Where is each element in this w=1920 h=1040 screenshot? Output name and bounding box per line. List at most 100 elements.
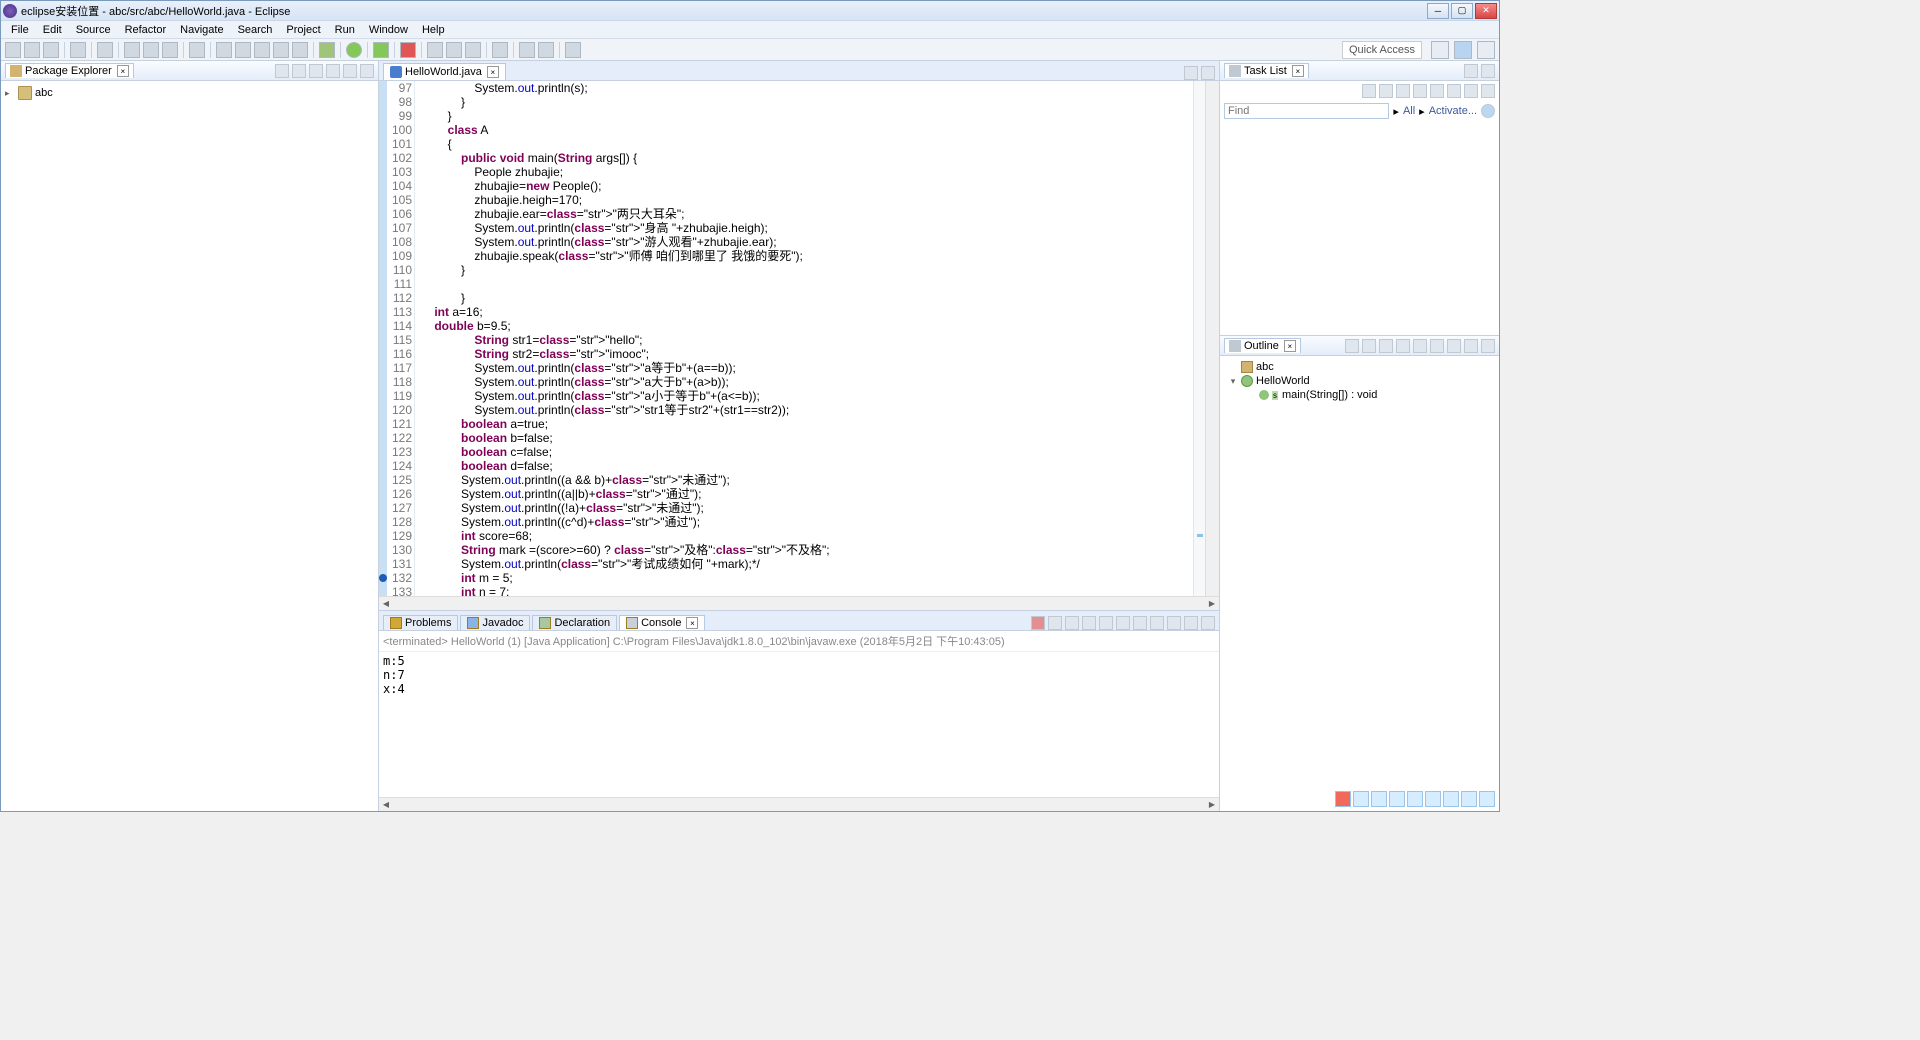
open-type-icon[interactable] [216,42,232,58]
quick-access[interactable]: Quick Access [1342,41,1422,59]
ime-user-icon[interactable] [1443,791,1459,807]
schedule-icon[interactable] [1396,84,1410,98]
task-menu-icon[interactable] [1481,84,1495,98]
activate-link[interactable]: Activate... [1429,105,1477,117]
all-filter[interactable]: All [1403,105,1415,117]
ime-tool-icon[interactable] [1461,791,1477,807]
sync-icon[interactable] [1430,84,1444,98]
minimize-view-icon[interactable] [343,64,357,78]
display-console-icon[interactable] [1150,616,1164,630]
menu-file[interactable]: File [5,23,35,37]
skip-breakpoints-icon[interactable] [124,42,140,58]
terminate-icon[interactable] [1031,616,1045,630]
open-task-icon[interactable] [446,42,462,58]
tree-project-abc[interactable]: ▸ abc [5,85,374,101]
save-all-icon[interactable] [43,42,59,58]
remove-launch-icon[interactable] [1048,616,1062,630]
editor-scrollbar-horizontal[interactable]: ◀ ▶ [379,596,1219,610]
new-icon[interactable] [5,42,21,58]
new-conn-icon[interactable] [427,42,443,58]
editor-tab-helloworld[interactable]: HelloWorld.java × [383,63,506,80]
last-edit-icon[interactable] [492,42,508,58]
menu-edit[interactable]: Edit [37,23,68,37]
collapse-icon[interactable] [1464,84,1478,98]
package-explorer-close-icon[interactable]: × [117,65,129,77]
tab-console[interactable]: Console× [619,615,705,630]
maximize-view-icon[interactable] [360,64,374,78]
tab-javadoc[interactable]: Javadoc [460,615,530,630]
package-explorer-tree[interactable]: ▸ abc [1,81,378,811]
debug-perspective-icon[interactable] [1477,41,1495,59]
scroll-left-icon[interactable]: ◀ [379,597,393,611]
task-min-icon[interactable] [1464,64,1478,78]
sort-icon[interactable] [1362,339,1376,353]
code-content[interactable]: System.out.println(s); } } class A { pub… [415,81,1193,596]
overview-ruler[interactable] [1193,81,1205,596]
pin-icon[interactable] [565,42,581,58]
task-max-icon[interactable] [1481,64,1495,78]
menu-source[interactable]: Source [70,23,117,37]
menu-help[interactable]: Help [416,23,451,37]
help-icon[interactable] [1481,104,1495,118]
menu-window[interactable]: Window [363,23,414,37]
focus-wk-icon[interactable] [1413,84,1427,98]
console-close-icon[interactable]: × [686,617,698,629]
editor-tab-close-icon[interactable]: × [487,66,499,78]
menu-navigate[interactable]: Navigate [174,23,229,37]
tab-problems[interactable]: Problems [383,615,458,630]
outline-close-icon[interactable]: × [1284,340,1296,352]
ime-kbd-icon[interactable] [1425,791,1441,807]
ext-tools-icon[interactable] [400,42,416,58]
view-menu-icon[interactable] [326,64,340,78]
run-icon[interactable] [346,42,362,58]
ime-lang-icon[interactable] [1353,791,1369,807]
console-min-icon[interactable] [1184,616,1198,630]
maximize-button[interactable]: ▢ [1451,3,1473,19]
editor-scrollbar-vertical[interactable] [1205,81,1219,596]
forward-icon[interactable] [538,42,554,58]
task-list-close-icon[interactable]: × [1292,65,1304,77]
open-console-dd-icon[interactable] [1167,616,1181,630]
menu-project[interactable]: Project [280,23,326,37]
scroll-right-icon[interactable]: ▶ [1205,597,1219,611]
open-console-icon[interactable] [97,42,113,58]
back-icon[interactable] [519,42,535,58]
task-icon[interactable] [273,42,289,58]
minimize-button[interactable]: ─ [1427,3,1449,19]
java-perspective-icon[interactable] [1454,41,1472,59]
annot-icon[interactable] [254,42,270,58]
ime-mic-icon[interactable] [1407,791,1423,807]
close-button[interactable]: ✕ [1475,3,1497,19]
focus-task-icon[interactable] [309,64,323,78]
console-output[interactable]: m:5 n:7 x:4 [379,652,1219,797]
link-editor-icon[interactable] [292,64,306,78]
outline-max-icon[interactable] [1481,339,1495,353]
focus-icon[interactable] [465,42,481,58]
categorize-icon[interactable] [1379,84,1393,98]
menu-refactor[interactable]: Refactor [119,23,173,37]
outline-min-icon[interactable] [1464,339,1478,353]
editor-maximize-icon[interactable] [1201,66,1215,80]
outline-class[interactable]: ▾ HelloWorld [1224,374,1495,388]
build-icon[interactable] [70,42,86,58]
tab-declaration[interactable]: Declaration [532,615,617,630]
marker-ruler[interactable] [379,81,387,596]
word-wrap-icon[interactable] [1116,616,1130,630]
ime-moon-icon[interactable] [1371,791,1387,807]
collapse-all-icon[interactable] [275,64,289,78]
clear-console-icon[interactable] [1082,616,1096,630]
scroll-lock-icon[interactable] [1099,616,1113,630]
hide-nonpublic-icon[interactable] [1413,339,1427,353]
ime-comma-icon[interactable] [1389,791,1405,807]
hide-fields-icon[interactable] [1379,339,1393,353]
console-max-icon[interactable] [1201,616,1215,630]
outline-method-main[interactable]: s main(String[]) : void [1224,388,1495,402]
outline-menu-icon[interactable] [1447,339,1461,353]
debug-icon[interactable] [319,42,335,58]
hide-local-icon[interactable] [1430,339,1444,353]
find-input[interactable] [1224,103,1389,119]
coverage-icon[interactable] [373,42,389,58]
new-package-icon[interactable] [162,42,178,58]
menu-search[interactable]: Search [232,23,279,37]
focus-outline-icon[interactable] [1345,339,1359,353]
